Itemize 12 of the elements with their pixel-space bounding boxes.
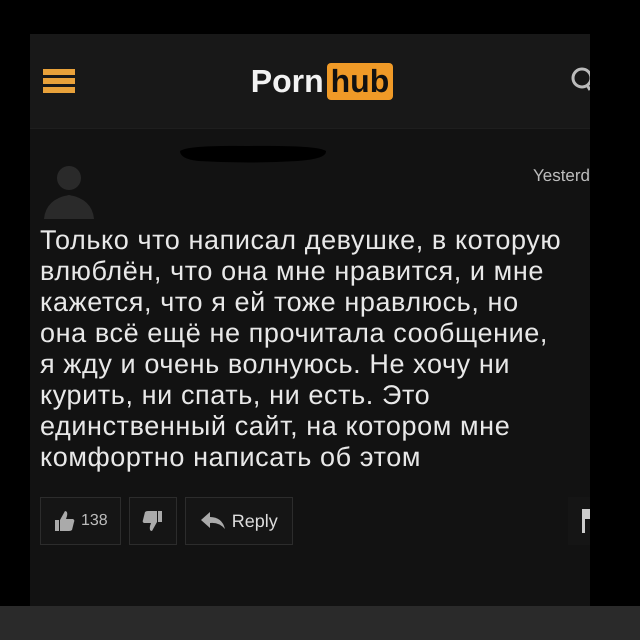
like-count: 138 [81,512,108,530]
reply-button[interactable]: Reply [184,497,293,545]
logo-badge: hub [326,62,394,100]
like-button[interactable]: 138 [40,497,121,545]
thumbs-down-icon [142,510,164,532]
flag-icon [582,507,590,535]
comment-text: Только что написал девушке, в которую влюблён, что она мне нравится, и мне кажется, что я ей тоже нравлюсь, но она всё ещё не прочитала сообщение, я жду и очень волнуюсь. Не хочу ни курить, ни спать, ни есть. Это единственный сайт, на котором мне комфортно написать об этом [40,225,562,473]
dislike-button[interactable] [128,497,177,545]
reply-arrow-icon [200,511,226,531]
timestamp: Yesterd [532,166,590,186]
logo-text: Porn [250,62,324,100]
thumbs-up-icon [53,510,75,532]
